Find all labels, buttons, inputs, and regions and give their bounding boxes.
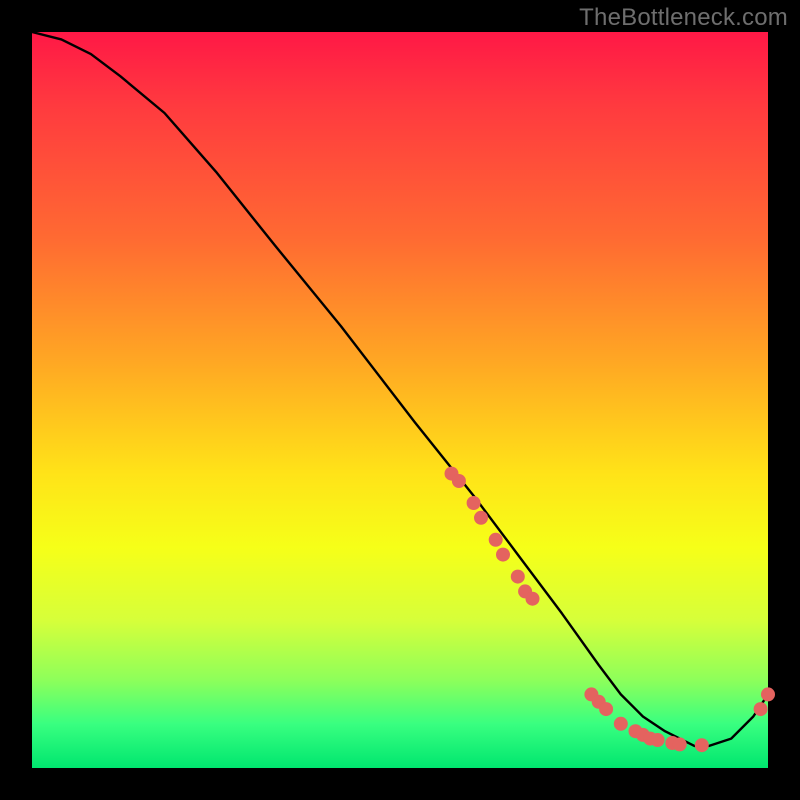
curve-marker (496, 548, 510, 562)
bottleneck-curve-line (32, 32, 768, 746)
chart-frame: TheBottleneck.com (0, 0, 800, 800)
curve-marker (651, 733, 665, 747)
curve-marker (673, 737, 687, 751)
watermark-text: TheBottleneck.com (579, 4, 788, 32)
curve-marker (614, 717, 628, 731)
curve-marker (511, 570, 525, 584)
curve-marker (526, 592, 540, 606)
curve-marker (474, 511, 488, 525)
curve-marker (761, 687, 775, 701)
curve-marker (599, 702, 613, 716)
curve-marker (452, 474, 466, 488)
curve-marker (489, 533, 503, 547)
curve-marker (467, 496, 481, 510)
curve-marker (695, 738, 709, 752)
curve-marker (754, 702, 768, 716)
curve-layer (32, 32, 768, 768)
curve-markers (445, 467, 776, 753)
plot-area (32, 32, 768, 768)
